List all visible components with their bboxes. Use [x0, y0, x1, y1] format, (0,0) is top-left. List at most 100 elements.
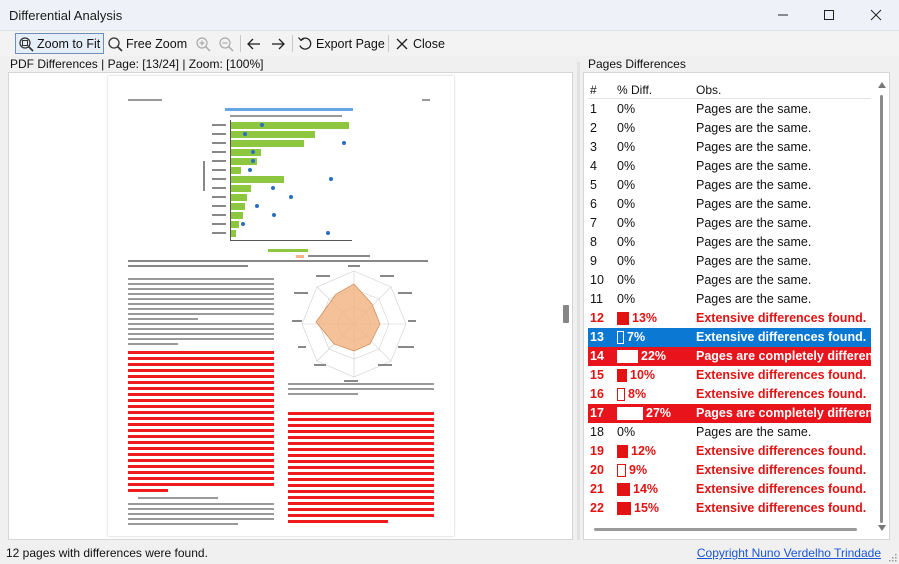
table-row[interactable]: 10 0% Pages are the same.	[588, 271, 871, 290]
close-button[interactable]: Close	[394, 33, 445, 54]
row-percent-diff: 0%	[617, 119, 635, 138]
row-page-number: 1	[590, 102, 597, 116]
status-bar: 12 pages with differences were found. Co…	[0, 543, 899, 564]
table-row[interactable]: 11 0% Pages are the same.	[588, 290, 871, 309]
close-label: Close	[413, 36, 445, 51]
row-page-number: 4	[590, 159, 597, 173]
percent-text: 0%	[617, 425, 636, 439]
zoom-out-button[interactable]	[218, 33, 237, 54]
previous-page-button[interactable]	[246, 33, 265, 54]
row-observation: Pages are the same.	[696, 235, 812, 249]
status-message: 12 pages with differences were found.	[6, 546, 208, 560]
percent-text: 10%	[630, 368, 656, 382]
row-percent-diff: 0%	[617, 290, 635, 309]
scrollbar-thumb[interactable]	[563, 305, 569, 323]
scrollbar-thumb[interactable]	[880, 95, 883, 523]
list-horizontal-scrollbar[interactable]	[594, 528, 857, 531]
table-row[interactable]: 14 22% Pages are completely different.	[588, 347, 881, 366]
copyright-link[interactable]: Copyright Nuno Verdelho Trindade	[697, 546, 881, 560]
toolbar: Zoom to Fit Free Zoom Export Page Close	[0, 31, 899, 56]
table-row[interactable]: 19 12% Extensive differences found.	[588, 442, 871, 461]
column-header-observation[interactable]: Obs.	[696, 83, 721, 97]
table-row[interactable]: 8 0% Pages are the same.	[588, 233, 871, 252]
row-page-number: 11	[590, 292, 603, 306]
table-row[interactable]: 17 27% Pages are completely different.	[588, 404, 881, 423]
row-page-number: 17	[590, 406, 604, 420]
row-percent-diff: 8%	[617, 385, 646, 404]
scroll-down-icon[interactable]	[878, 525, 886, 531]
row-observation: Pages are completely different.	[696, 349, 881, 363]
table-row[interactable]: 1 0% Pages are the same.	[588, 100, 871, 119]
table-row[interactable]: 3 0% Pages are the same.	[588, 138, 871, 157]
panel-splitter[interactable]	[577, 62, 580, 540]
list-vertical-scrollbar[interactable]	[875, 79, 889, 533]
table-row[interactable]: 13 7% Extensive differences found.	[588, 328, 871, 347]
percent-text: 0%	[617, 178, 636, 192]
table-row[interactable]: 20 9% Extensive differences found.	[588, 461, 871, 480]
pdf-page-preview	[108, 76, 454, 536]
pdf-viewer[interactable]	[8, 72, 573, 540]
row-page-number: 3	[590, 140, 597, 154]
column-header-percent-diff[interactable]: % Diff.	[617, 83, 652, 97]
export-icon	[298, 36, 312, 50]
row-page-number: 19	[590, 444, 604, 458]
percent-text: 15%	[634, 501, 660, 515]
table-row[interactable]: 6 0% Pages are the same.	[588, 195, 871, 214]
row-observation: Pages are the same.	[696, 216, 812, 230]
diff-level-bar	[617, 502, 631, 515]
table-row[interactable]: 22 15% Extensive differences found.	[588, 499, 871, 518]
row-percent-diff: 0%	[617, 252, 635, 271]
percent-text: 0%	[617, 159, 636, 173]
export-page-label: Export Page	[316, 36, 385, 51]
percent-text: 0%	[617, 216, 636, 230]
row-page-number: 10	[590, 273, 604, 287]
diff-level-bar	[617, 350, 638, 363]
row-observation: Extensive differences found.	[696, 463, 867, 477]
table-row[interactable]: 21 14% Extensive differences found.	[588, 480, 871, 499]
arrow-left-icon	[247, 38, 260, 49]
row-percent-diff: 0%	[617, 176, 635, 195]
table-row[interactable]: 5 0% Pages are the same.	[588, 176, 871, 195]
row-percent-diff: 0%	[617, 195, 635, 214]
row-page-number: 8	[590, 235, 597, 249]
row-page-number: 7	[590, 216, 597, 230]
percent-text: 0%	[617, 140, 636, 154]
free-zoom-button[interactable]: Free Zoom	[107, 33, 187, 54]
toolbar-separator	[388, 35, 389, 52]
table-row[interactable]: 7 0% Pages are the same.	[588, 214, 871, 233]
zoom-in-icon	[196, 36, 211, 52]
resize-grip-icon[interactable]	[887, 552, 897, 562]
pages-differences-list[interactable]: # % Diff. Obs. 1 0% Pages are the same. 2 0%…	[583, 72, 890, 540]
zoom-to-fit-button[interactable]: Zoom to Fit	[15, 33, 105, 54]
table-row[interactable]: 18 0% Pages are the same.	[588, 423, 871, 442]
table-row[interactable]: 16 8% Extensive differences found.	[588, 385, 871, 404]
pdf-differences-caption: PDF Differences | Page: [13/24] | Zoom: …	[10, 57, 264, 71]
table-row[interactable]: 12 13% Extensive differences found.	[588, 309, 871, 328]
next-page-button[interactable]	[270, 33, 289, 54]
row-page-number: 13	[590, 330, 604, 344]
close-icon	[870, 9, 882, 21]
zoom-in-button[interactable]	[195, 33, 214, 54]
window-title: Differential Analysis	[9, 8, 123, 23]
table-row[interactable]: 15 10% Extensive differences found.	[588, 366, 871, 385]
table-row[interactable]: 2 0% Pages are the same.	[588, 119, 871, 138]
row-percent-diff: 0%	[617, 157, 635, 176]
row-percent-diff: 0%	[617, 271, 635, 290]
row-percent-diff: 9%	[617, 461, 647, 480]
pdf-vertical-scrollbar[interactable]	[559, 73, 572, 539]
table-row[interactable]: 9 0% Pages are the same.	[588, 252, 871, 271]
percent-text: 14%	[633, 482, 659, 496]
row-page-number: 14	[590, 349, 604, 363]
row-percent-diff: 12%	[617, 442, 656, 461]
close-window-button[interactable]	[853, 0, 899, 30]
percent-text: 0%	[617, 273, 636, 287]
percent-text: 13%	[632, 311, 658, 325]
toolbar-separator	[240, 35, 241, 52]
maximize-button[interactable]	[806, 0, 852, 30]
table-row[interactable]: 4 0% Pages are the same.	[588, 157, 871, 176]
scroll-up-icon[interactable]	[878, 82, 886, 88]
minimize-button[interactable]	[760, 0, 806, 30]
column-header-number[interactable]: #	[590, 83, 597, 97]
export-page-button[interactable]: Export Page	[297, 33, 385, 54]
row-page-number: 6	[590, 197, 597, 211]
